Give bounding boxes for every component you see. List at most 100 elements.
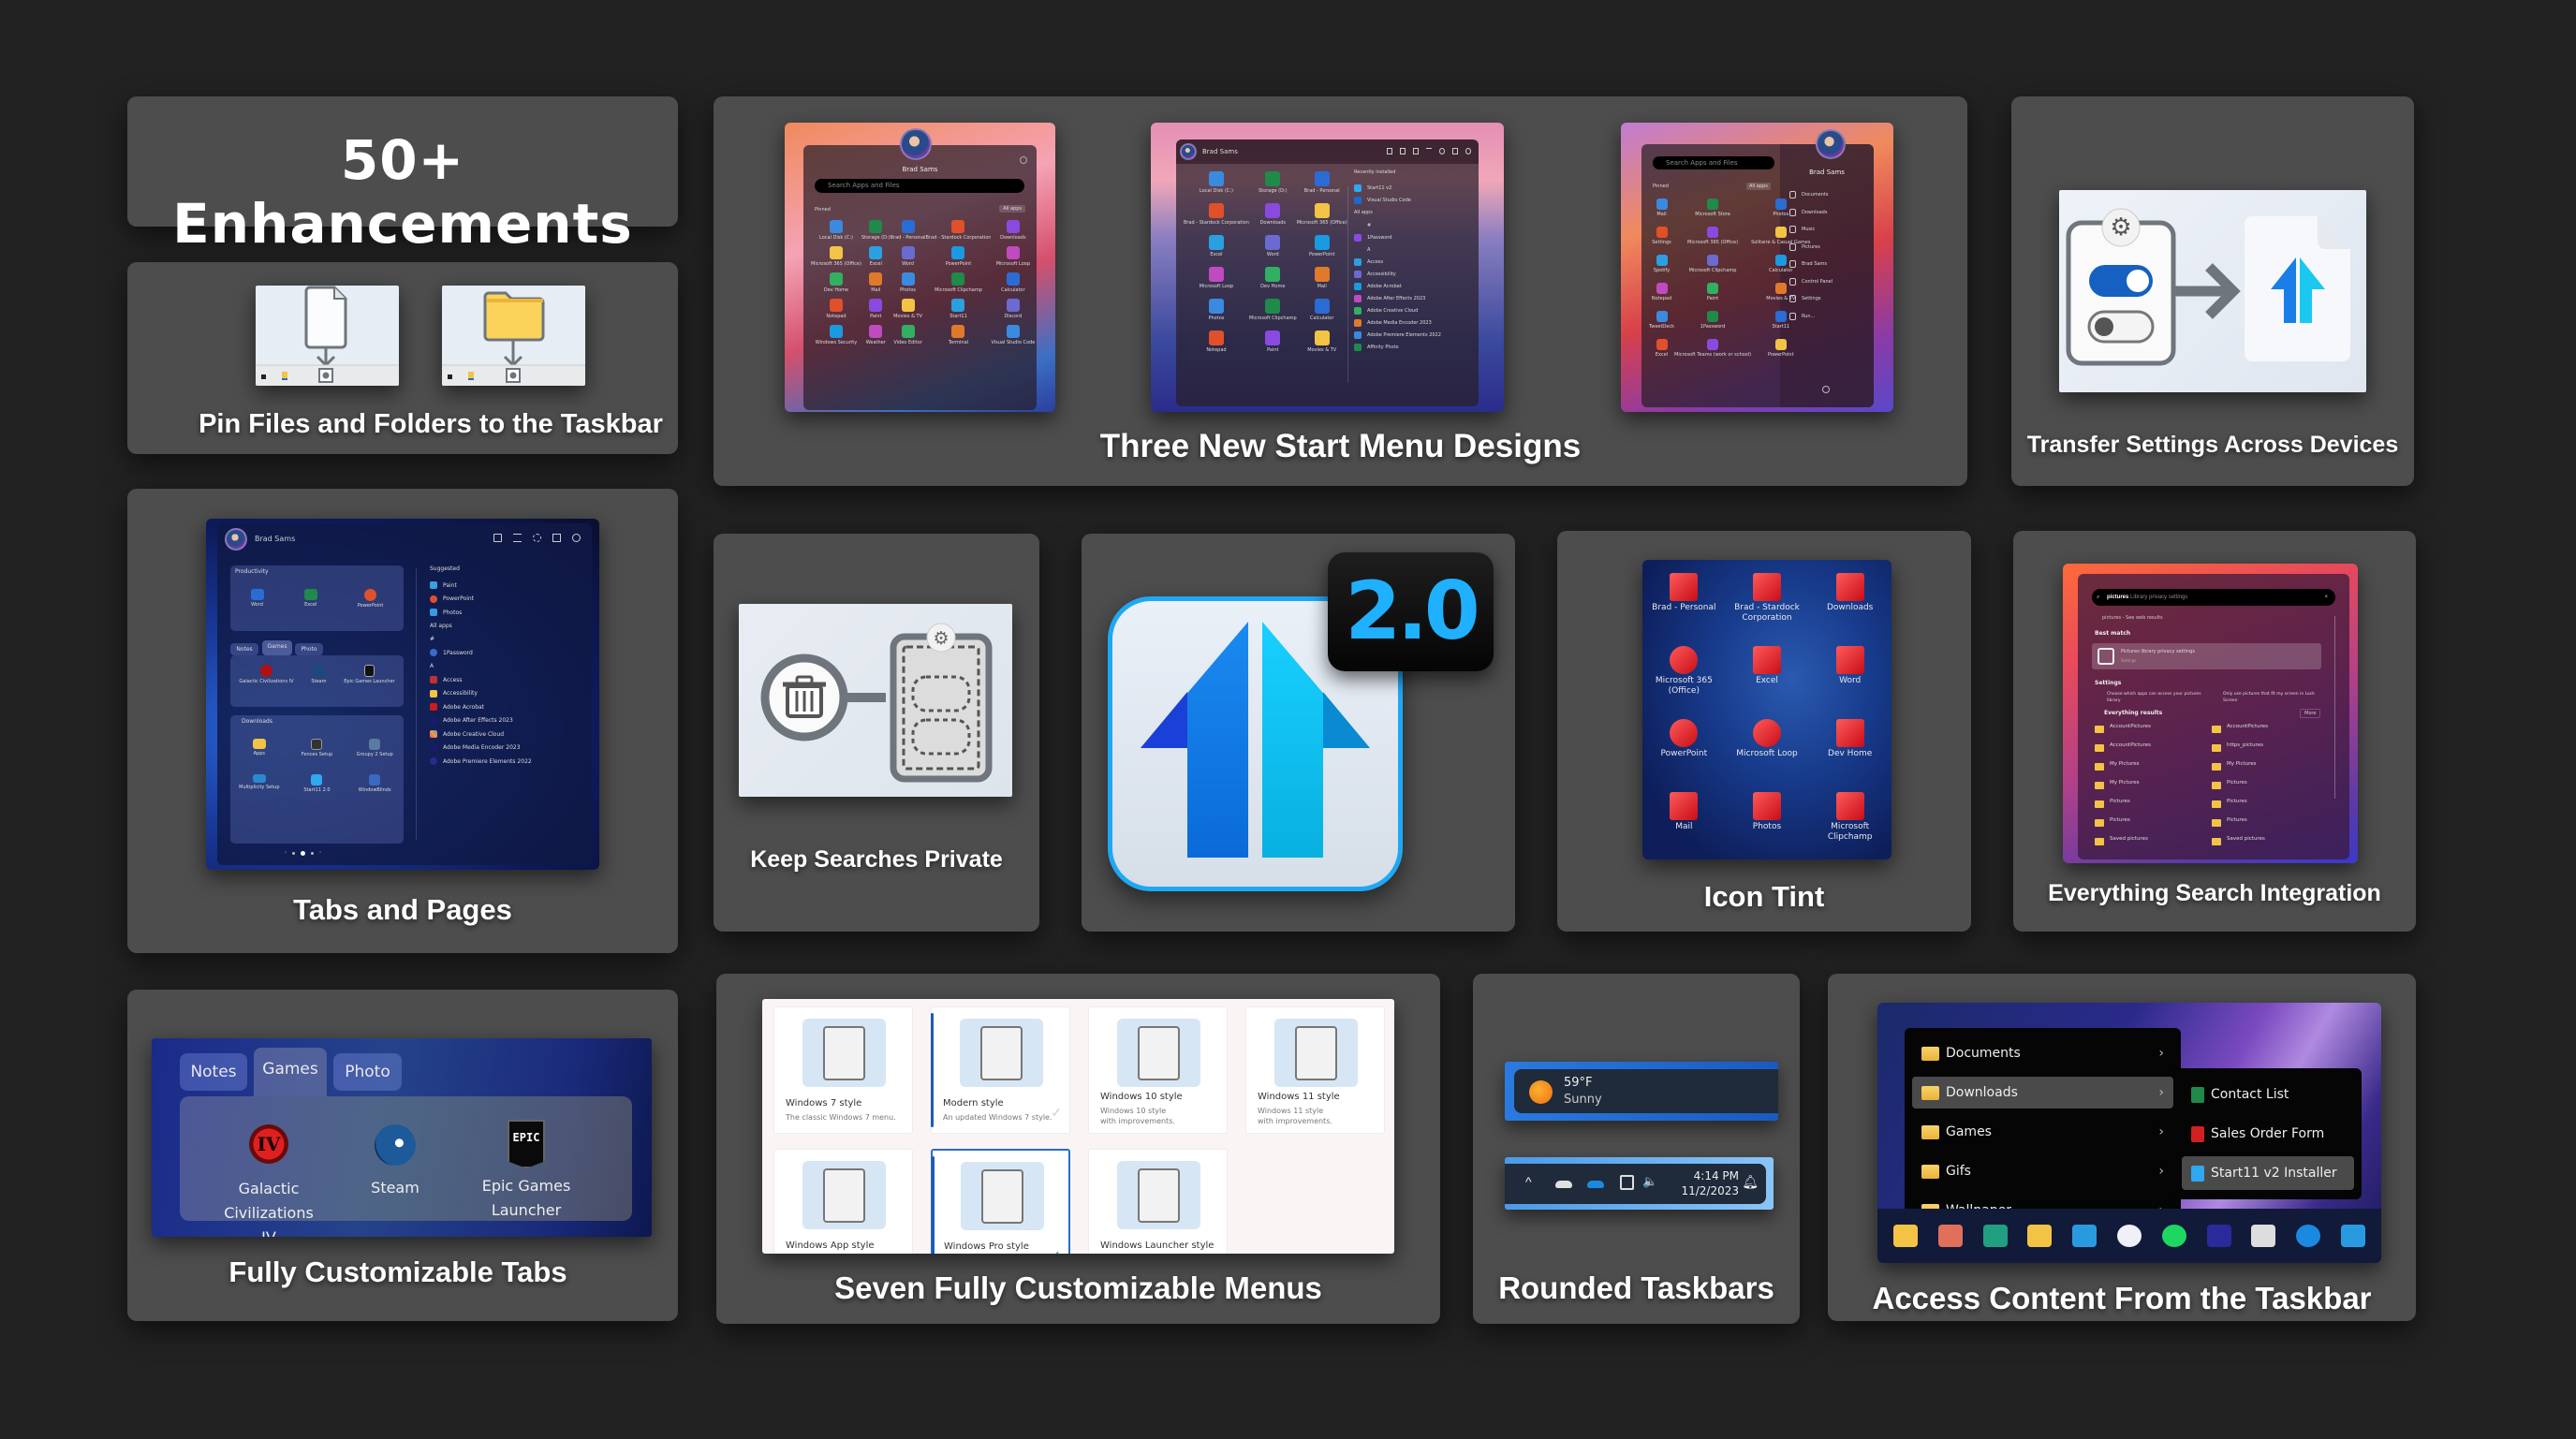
search-input[interactable]: Search Apps and Files <box>1653 156 1774 169</box>
everything-result[interactable]: AccountPictures <box>2212 724 2324 742</box>
app-tile[interactable]: 1Password <box>1674 311 1751 330</box>
app-tile[interactable]: Downloads <box>991 220 1035 241</box>
app-tile[interactable]: Notepad <box>1649 283 1674 301</box>
list-item[interactable]: Adobe Creative Cloud <box>430 727 580 742</box>
app-tile[interactable]: Video Editor <box>891 325 926 345</box>
app-tile[interactable]: Storage (D:) <box>861 220 891 241</box>
app-tile[interactable]: Mail <box>1649 198 1674 217</box>
list-item[interactable]: A <box>1354 243 1476 256</box>
app-tile[interactable]: Word <box>1249 235 1297 257</box>
control-panel-icon[interactable] <box>552 534 561 542</box>
menu-style-option[interactable]: Windows 10 style Windows 10 style with im… <box>1088 1006 1228 1134</box>
suggested-item[interactable]: PowerPoint <box>430 593 580 607</box>
page-dot[interactable] <box>311 851 314 855</box>
list-item[interactable]: Downloads <box>1789 204 1869 222</box>
list-item[interactable]: Visual Studio Code <box>1354 194 1476 206</box>
app-tile[interactable]: Microsoft Clipchamp <box>1808 792 1892 854</box>
documents-icon[interactable] <box>493 534 502 542</box>
menu-style-option[interactable]: Windows 11 style Windows 11 style with im… <box>1245 1006 1385 1134</box>
app-tile[interactable]: Calculator <box>991 272 1035 293</box>
app-windowblinds[interactable]: WindowBlinds <box>346 774 404 793</box>
folder-menu-item[interactable]: Downloads › <box>1912 1077 2173 1109</box>
page-dot-active[interactable] <box>301 850 305 856</box>
file-explorer-icon[interactable] <box>1892 1225 1918 1247</box>
sliders-icon[interactable] <box>1426 148 1432 154</box>
app-tile[interactable]: Microsoft 365 (Office) <box>1297 203 1347 226</box>
scrollbar[interactable] <box>2334 616 2335 799</box>
list-item[interactable]: Adobe Media Encoder 2023 <box>1354 316 1476 329</box>
everything-result[interactable]: AccountPictures <box>2095 742 2207 761</box>
app-tile[interactable]: PowerPoint <box>1297 235 1347 257</box>
app-tile[interactable]: Excel <box>1726 646 1809 708</box>
app-tile[interactable]: Start11 <box>926 299 992 319</box>
onedrive-business-icon[interactable] <box>1587 1181 1604 1188</box>
power-icon[interactable] <box>1822 386 1830 393</box>
everything-result[interactable]: My Pictures <box>2095 780 2207 799</box>
app-tile[interactable]: Excel <box>1649 339 1674 358</box>
power-icon[interactable] <box>1020 156 1027 164</box>
app-tile[interactable]: Dev Home <box>1808 719 1892 781</box>
all-apps-button[interactable]: All apps <box>999 205 1025 213</box>
list-item[interactable]: Accessibility <box>1354 268 1476 280</box>
app-tile[interactable]: Excel <box>1184 235 1249 257</box>
list-item[interactable]: Run... <box>1789 308 1869 326</box>
list-item[interactable]: Brad Sams <box>1789 256 1869 273</box>
app-tile[interactable]: Windows Security <box>811 325 861 345</box>
everything-result[interactable]: https_pictures <box>2212 742 2324 761</box>
submenu-item[interactable]: Sales Order Form <box>2182 1117 2354 1151</box>
app-tile[interactable]: Dev Home <box>811 272 861 293</box>
folder-red-icon[interactable] <box>1937 1225 1963 1247</box>
app-tile[interactable]: Paint <box>1249 330 1297 353</box>
list-item[interactable]: Start11 v2 <box>1354 182 1476 194</box>
settings-sliders-icon[interactable] <box>513 534 522 542</box>
app-tile[interactable]: Microsoft Clipchamp <box>1674 255 1751 273</box>
app-tile[interactable]: Movies & TV <box>891 299 926 319</box>
network-icon[interactable] <box>1620 1175 1634 1190</box>
app-tile[interactable]: TweetDeck <box>1649 311 1674 330</box>
next-page-icon[interactable]: › <box>319 850 321 856</box>
power-icon[interactable] <box>572 534 581 542</box>
clock-date[interactable]: 11/2/2023 <box>1671 1184 1739 1197</box>
app-tile[interactable]: Brad - Personal <box>891 220 926 241</box>
folder-menu-item[interactable]: Gifs › <box>1912 1155 2173 1187</box>
app-tile[interactable]: Downloads <box>1249 203 1297 226</box>
list-item[interactable]: Control Panel <box>1789 273 1869 291</box>
chevron-up-icon[interactable]: ^ <box>1525 1174 1532 1189</box>
folder-menu-item[interactable]: Games › <box>1912 1116 2173 1148</box>
all-apps-button[interactable]: All apps <box>1746 183 1771 190</box>
best-match-item[interactable]: Pictures library privacy settings Settin… <box>2092 643 2321 669</box>
everything-result[interactable]: Pictures <box>2095 799 2207 817</box>
search-input[interactable]: Search Apps and Files <box>815 179 1024 193</box>
tab-notes[interactable]: Notes <box>180 1053 247 1091</box>
app-tile[interactable]: Photos <box>1184 299 1249 321</box>
everything-result[interactable]: Pictures <box>2212 799 2324 817</box>
app-tile[interactable]: PowerPoint <box>1642 719 1726 781</box>
list-item[interactable]: Adobe Premiere Elements 2022 <box>430 755 580 769</box>
menu-style-option[interactable]: Windows Launcher styleAn updated Windows… <box>1088 1149 1228 1254</box>
app-tile[interactable]: Microsoft 365 (Office) <box>1642 646 1726 708</box>
app-tile[interactable]: Weather <box>861 325 891 345</box>
everything-result[interactable]: Pictures <box>2095 817 2207 836</box>
app-tile[interactable]: Settings <box>1649 227 1674 245</box>
app-tile[interactable]: Notepad <box>1184 330 1249 353</box>
list-item[interactable]: Adobe Creative Cloud <box>1354 304 1476 316</box>
menu-style-option[interactable]: Windows Pro styleAn updated Windows 11 s… <box>931 1149 1070 1254</box>
list-item[interactable]: 1Password <box>1354 231 1476 243</box>
app-tile[interactable]: Visual Studio Code <box>991 325 1035 345</box>
app-powerpoint[interactable]: PowerPoint <box>358 589 383 609</box>
help-icon[interactable] <box>1387 148 1392 154</box>
app-apps[interactable]: Apps <box>230 739 288 757</box>
app-tile[interactable]: PowerPoint <box>926 246 992 267</box>
control-panel-icon[interactable] <box>1452 148 1458 154</box>
menu-style-option[interactable]: Modern style An updated Windows 7 style. ✓ <box>931 1006 1070 1134</box>
volume-icon[interactable]: 🔈 <box>1642 1174 1657 1189</box>
app-tile[interactable]: Photos <box>1726 792 1809 854</box>
list-item[interactable]: Access <box>430 673 580 687</box>
app-tile[interactable]: Local Disk (C:) <box>811 220 861 241</box>
app-tile[interactable]: Microsoft 365 (Office) <box>811 246 861 267</box>
1password-icon[interactable] <box>2116 1225 2142 1247</box>
app-tile[interactable]: PowerPoint <box>1751 339 1810 358</box>
submenu-item[interactable]: Contact List <box>2182 1078 2354 1111</box>
page-dot[interactable] <box>292 851 295 855</box>
app-tile[interactable]: Microsoft Teams (work or school) <box>1674 339 1751 358</box>
